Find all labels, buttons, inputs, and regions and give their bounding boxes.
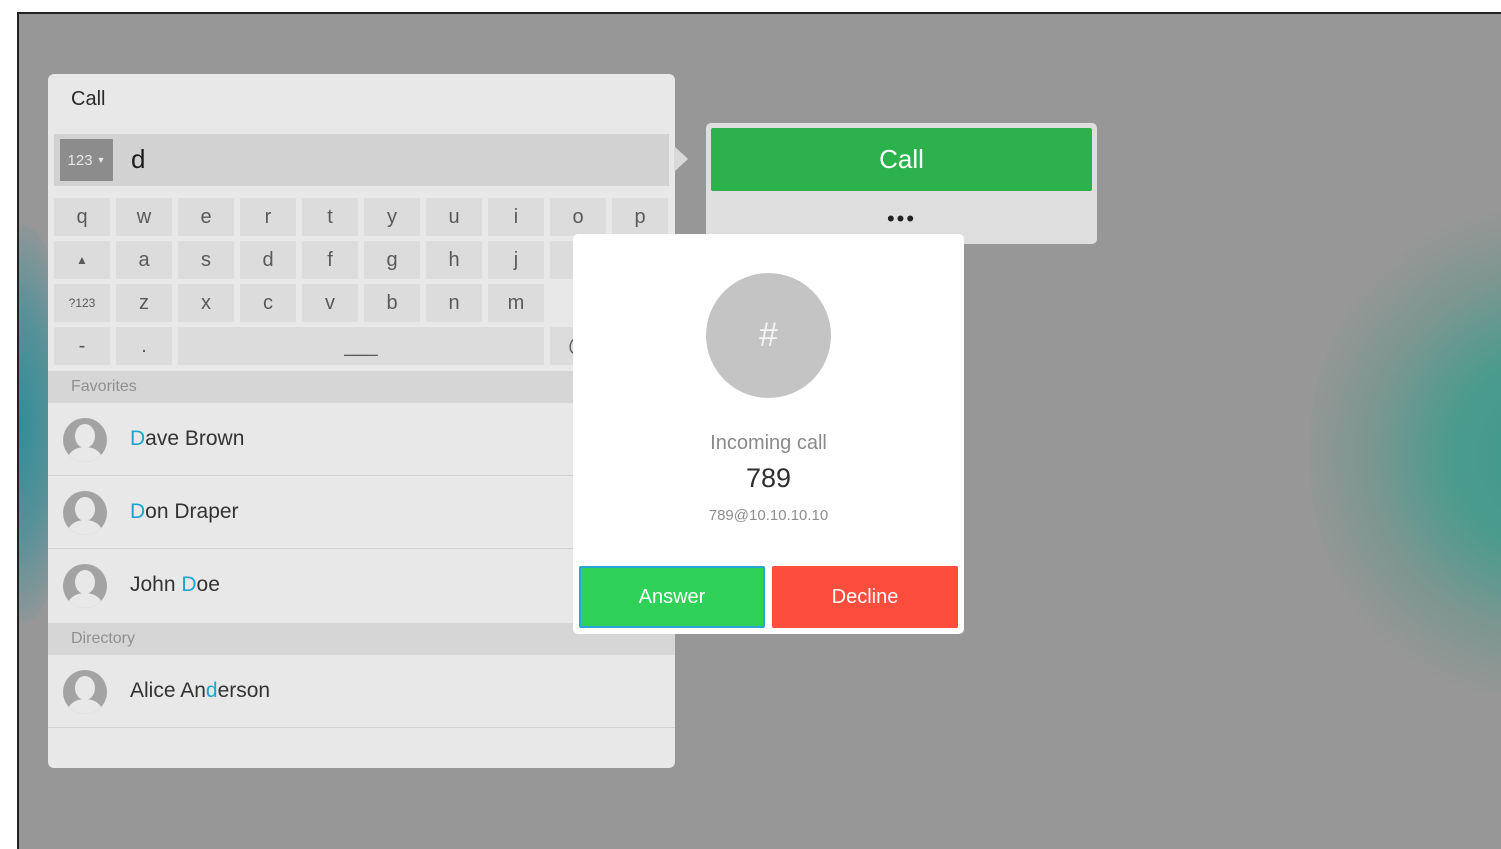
caller-number: 789 <box>745 463 792 493</box>
key-z[interactable]: z <box>116 284 172 322</box>
dial-input-row[interactable]: 123 ▼ d <box>54 134 669 186</box>
caller-uri: 789@10.10.10.10 <box>708 507 829 524</box>
incoming-call-dialog: # Incoming call 789 789@10.10.10.10 Answ… <box>573 234 964 634</box>
key-r[interactable]: r <box>240 198 296 236</box>
key-a[interactable]: a <box>116 241 172 279</box>
panel-title: Call <box>71 88 106 110</box>
caret-down-icon: ▼ <box>96 155 106 165</box>
key-v[interactable]: v <box>302 284 358 322</box>
caller-avatar: # <box>706 273 831 398</box>
key-y[interactable]: y <box>364 198 420 236</box>
key-m[interactable]: m <box>488 284 544 322</box>
key-h[interactable]: h <box>426 241 482 279</box>
key-n[interactable]: n <box>426 284 482 322</box>
call-button[interactable]: Call <box>711 128 1092 191</box>
shift-key[interactable]: ▲ <box>54 241 110 279</box>
incoming-call-label: Incoming call <box>710 432 827 454</box>
more-options-icon[interactable]: ••• <box>711 201 1092 237</box>
numeric-mode-key[interactable]: ?123 <box>54 284 110 322</box>
answer-button[interactable]: Answer <box>579 566 765 628</box>
key-q[interactable]: q <box>54 198 110 236</box>
avatar <box>63 491 107 535</box>
key-x[interactable]: x <box>178 284 234 322</box>
avatar <box>63 564 107 608</box>
shift-arrow-icon: ▲ <box>76 253 88 267</box>
contact-name: John Doe <box>130 573 220 596</box>
key-b[interactable]: b <box>364 284 420 322</box>
key-dot[interactable]: . <box>116 327 172 365</box>
decline-button[interactable]: Decline <box>772 566 958 628</box>
keyboard-mode-label: 123 <box>67 151 93 169</box>
key-c[interactable]: c <box>240 284 296 322</box>
contact-name: Don Draper <box>130 500 239 523</box>
key-dash[interactable]: - <box>54 327 110 365</box>
call-action-box: Call ••• <box>706 123 1097 244</box>
contact-name: Alice Anderson <box>130 679 271 702</box>
key-g[interactable]: g <box>364 241 420 279</box>
key-f[interactable]: f <box>302 241 358 279</box>
key-p[interactable]: p <box>612 198 668 236</box>
avatar <box>63 670 107 714</box>
dial-input[interactable]: d <box>131 144 145 175</box>
keyboard-mode-toggle[interactable]: 123 ▼ <box>60 139 113 181</box>
key-j[interactable]: j <box>488 241 544 279</box>
key-d[interactable]: d <box>240 241 296 279</box>
avatar <box>63 418 107 462</box>
key-w[interactable]: w <box>116 198 172 236</box>
space-key[interactable]: ___ <box>178 327 544 365</box>
contact-name: Dave Brown <box>130 427 245 450</box>
key-t[interactable]: t <box>302 198 358 236</box>
key-i[interactable]: i <box>488 198 544 236</box>
key-u[interactable]: u <box>426 198 482 236</box>
background-glow-right <box>1309 214 1501 694</box>
key-o[interactable]: o <box>550 198 606 236</box>
key-s[interactable]: s <box>178 241 234 279</box>
contact-item[interactable]: Alice Anderson <box>48 655 675 728</box>
key-e[interactable]: e <box>178 198 234 236</box>
panel-pointer-arrow <box>674 146 688 172</box>
